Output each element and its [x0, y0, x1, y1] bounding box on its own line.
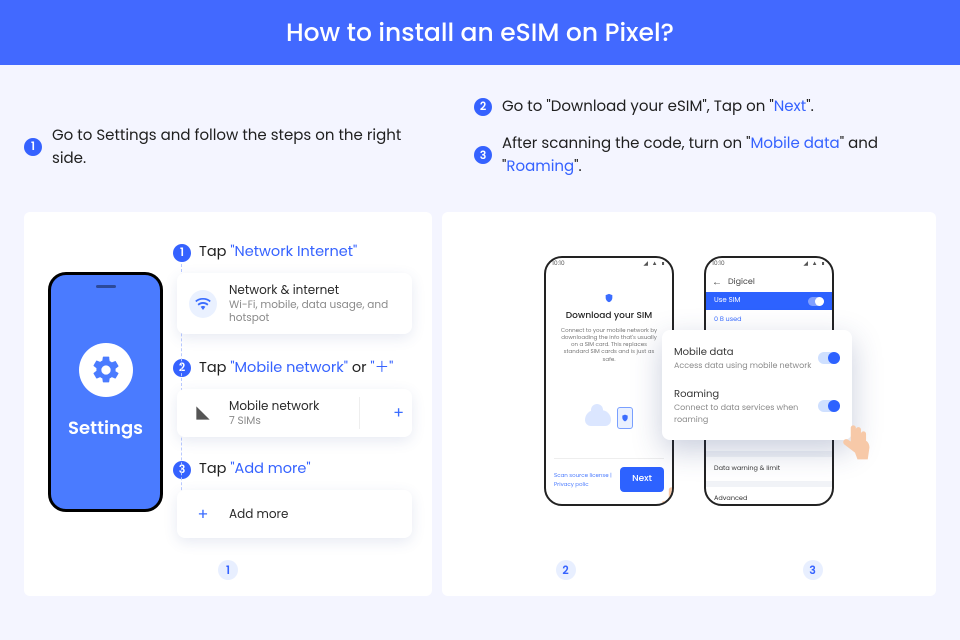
intro-section: 1 Go to Settings and follow the steps on…	[0, 65, 960, 192]
intro3-post: ".	[574, 156, 582, 177]
download-footer-links[interactable]: Scan source license | Privacy polic	[554, 471, 620, 489]
plus-icon: +	[189, 500, 217, 528]
mobile-data-sub: Access data using mobile network	[674, 360, 811, 372]
page-banner: How to install an eSIM on Pixel?	[0, 0, 960, 65]
step-number-1: 1	[24, 138, 42, 156]
step-2: 2 Tap "Mobile network" or "＋" Mobile net…	[173, 356, 412, 437]
download-body: Connect to your mobile network by downlo…	[556, 327, 662, 363]
advanced-title: Advanced	[714, 494, 817, 504]
hand-pointer-icon-2	[838, 422, 872, 464]
add-more-item[interactable]: + Add more	[177, 490, 412, 538]
status-bar: 10:10 ◢ ▲ ∎	[546, 258, 672, 270]
card-phone-screens: 10:10 ◢ ▲ ∎ Download your SIM Connect to…	[442, 212, 936, 596]
status-icons-2: ◢ ▲ ∎	[803, 260, 826, 269]
card-settings-steps: Settings 1 Tap "Network Internet"	[24, 212, 432, 596]
step3-hl: "Add more"	[230, 459, 310, 479]
status-icons: ◢ ▲ ∎	[643, 260, 666, 269]
roaming-title: Roaming	[674, 386, 818, 402]
intro3-pre: After scanning the code, turn on "	[502, 133, 750, 154]
cloud-icon	[585, 410, 611, 426]
wifi-icon	[189, 290, 217, 318]
back-arrow-icon[interactable]: ←	[712, 274, 722, 290]
data-warning-title: Data warning & limit	[714, 464, 780, 474]
settings-gear-icon	[79, 343, 133, 397]
intro2-next: Next	[774, 96, 807, 117]
step2-label: Tap "Mobile network" or "＋"	[199, 356, 393, 379]
addmore-title: Add more	[229, 507, 288, 522]
mobile-data-popup: Mobile data Access data using mobile net…	[662, 330, 852, 440]
step-number-3: 3	[474, 146, 492, 164]
intro2-post: ".	[806, 96, 814, 117]
mobile-data-row[interactable]: Mobile data Access data using mobile net…	[674, 340, 840, 376]
network-title: Network & internet	[229, 283, 400, 298]
card-right-footer-badge-2: 2	[556, 560, 576, 580]
banner-title: How to install an eSIM on Pixel?	[286, 14, 674, 52]
step3-tap: Tap	[199, 459, 230, 479]
settings-label: Settings	[68, 415, 143, 442]
add-sim-plus-icon[interactable]: +	[393, 401, 404, 426]
data-used: 0 B used	[714, 315, 742, 325]
intro3-mobile-data: Mobile data	[750, 133, 839, 154]
status-time: 10:10	[552, 260, 565, 269]
sim-icon	[617, 407, 633, 429]
mobile-sub: 7 SIMs	[229, 414, 319, 427]
step-number-2: 2	[474, 98, 492, 116]
divider	[359, 397, 360, 429]
step2-hl: "Mobile network"	[230, 358, 348, 378]
carrier-label: Digicel	[728, 276, 755, 288]
chevron-down-icon: ⌄	[817, 502, 824, 506]
card-left-footer-badge: 1	[218, 560, 238, 580]
use-sim-row[interactable]: Use SIM	[706, 292, 832, 310]
mobile-data-title: Mobile data	[674, 344, 811, 360]
intro-left: 1 Go to Settings and follow the steps on…	[24, 95, 434, 192]
roaming-row[interactable]: Roaming Connect to data services when ro…	[674, 382, 840, 430]
signal-icon	[189, 399, 217, 427]
step1-hl: "Network Internet"	[230, 242, 357, 262]
download-sim-phone: 10:10 ◢ ▲ ∎ Download your SIM Connect to…	[544, 256, 674, 506]
steps-column: 1 Tap "Network Internet" Network & inter…	[173, 242, 412, 560]
mobile-title: Mobile network	[229, 399, 319, 414]
mobile-network-item[interactable]: Mobile network 7 SIMs +	[177, 389, 412, 437]
intro3-roaming: Roaming	[506, 156, 574, 177]
step2-badge: 2	[173, 359, 191, 377]
cloud-illustration	[546, 407, 672, 429]
step-3: 3 Tap "Add more" + Add more	[173, 459, 412, 538]
status-time-2: 10:10	[712, 260, 725, 269]
intro2-pre: Go to "Download your eSIM", Tap on "	[502, 96, 774, 117]
status-bar-2: 10:10 ◢ ▲ ∎	[706, 258, 832, 270]
step3-label: Tap "Add more"	[199, 459, 311, 480]
intro-right: 2 Go to "Download your eSIM", Tap on "Ne…	[474, 95, 936, 192]
pixel-mockup: Settings	[48, 272, 163, 512]
step1-label: Tap "Network Internet"	[199, 242, 357, 263]
intro-line-3: After scanning the code, turn on "Mobile…	[502, 132, 936, 178]
download-title: Download your SIM	[556, 310, 662, 323]
hand-pointer-icon	[656, 484, 674, 506]
network-sub: Wi-Fi, mobile, data usage, and hotspot	[229, 298, 400, 324]
step2-or: or	[348, 358, 370, 378]
step1-tap: Tap	[199, 242, 230, 262]
digicel-header: ← Digicel	[706, 270, 832, 292]
use-sim-toggle[interactable]	[808, 297, 824, 306]
intro-left-text: Go to Settings and follow the steps on t…	[52, 124, 434, 170]
step-1: 1 Tap "Network Internet" Network & inter…	[173, 242, 412, 334]
step1-badge: 1	[173, 244, 191, 262]
mobile-data-toggle[interactable]	[818, 352, 840, 364]
intro-line-2: Go to "Download your eSIM", Tap on "Next…	[502, 95, 814, 118]
card-right-footer-badge-3: 3	[803, 560, 823, 580]
advanced-row[interactable]: Advanced5G, WLAN, Preferred network type…	[706, 489, 832, 506]
roaming-toggle[interactable]	[818, 400, 840, 412]
step2-plus: "＋"	[370, 358, 393, 378]
advanced-sub: 5G, WLAN, Preferred network type, Settin…	[714, 504, 817, 506]
step2-tap: Tap	[199, 358, 230, 378]
cards-row: Settings 1 Tap "Network Internet"	[0, 192, 960, 596]
network-internet-item[interactable]: Network & internet Wi-Fi, mobile, data u…	[177, 273, 412, 334]
use-sim-label: Use SIM	[714, 296, 740, 306]
shield-icon	[604, 292, 614, 304]
roaming-sub: Connect to data services when roaming	[674, 402, 818, 426]
step3-badge: 3	[173, 461, 191, 479]
data-warning-row[interactable]: Data warning & limit	[706, 459, 832, 479]
